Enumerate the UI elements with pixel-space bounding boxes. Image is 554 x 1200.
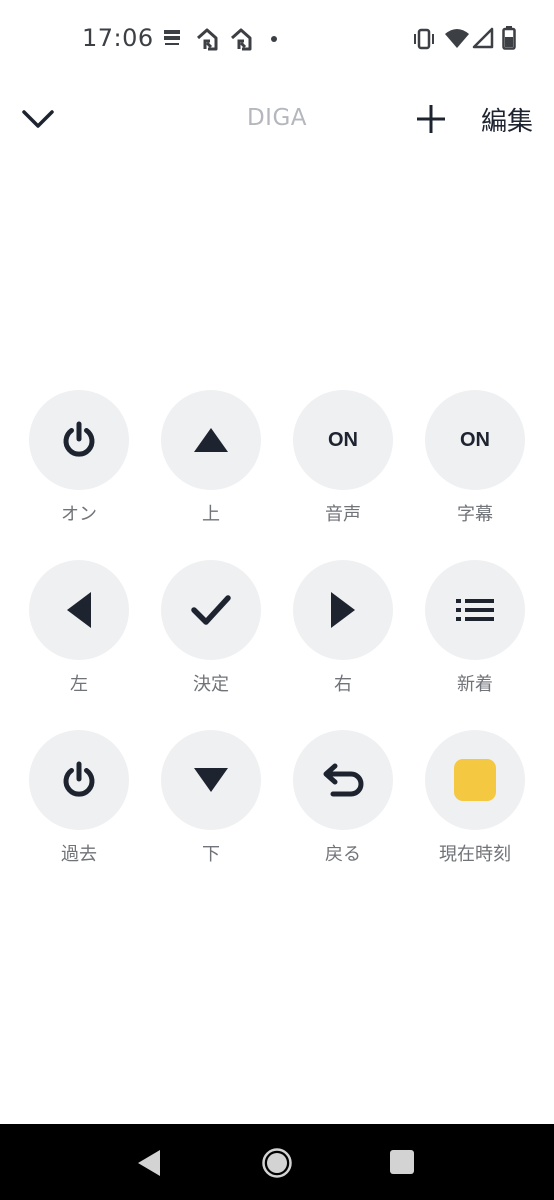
button-circle[interactable]: ON (293, 390, 393, 490)
signal-icon (472, 27, 494, 49)
right-button[interactable]: 右 (293, 560, 393, 696)
on-text-icon: ON (328, 428, 358, 451)
home-circle-icon[interactable] (261, 1147, 293, 1179)
back-triangle-icon[interactable] (136, 1149, 162, 1177)
button-label: 音声 (325, 504, 361, 525)
power-icon (63, 421, 95, 457)
button-label: 現在時刻 (439, 844, 511, 865)
button-label: 字幕 (457, 504, 493, 525)
past-button[interactable]: 過去 (29, 730, 129, 866)
confirm-button[interactable]: 決定 (161, 560, 261, 696)
power-on-button[interactable]: オン (29, 390, 129, 526)
button-circle[interactable] (29, 390, 129, 490)
plus-icon[interactable] (414, 102, 448, 136)
audio-button[interactable]: ON 音声 (293, 390, 393, 526)
button-circle[interactable] (425, 560, 525, 660)
on-text-icon: ON (460, 428, 490, 451)
nav-bar (0, 1124, 554, 1200)
button-label: 上 (202, 504, 220, 525)
triangle-up-icon (194, 428, 228, 452)
button-label: 下 (202, 844, 220, 865)
button-label: オン (61, 504, 97, 525)
button-label: 決定 (193, 674, 229, 695)
power-icon (63, 761, 95, 797)
page-title: DIGA (246, 105, 308, 131)
checkmark-icon (191, 595, 231, 625)
status-bar: 17:06 (0, 0, 554, 80)
up-button[interactable]: 上 (161, 390, 261, 526)
button-label: 新着 (457, 674, 493, 695)
home-icon (231, 28, 252, 51)
dot-icon (271, 36, 277, 42)
new-arrivals-button[interactable]: 新着 (425, 560, 525, 696)
current-time-button[interactable]: 現在時刻 (425, 730, 525, 866)
button-circle[interactable] (161, 390, 261, 490)
list-icon (456, 599, 494, 621)
status-time: 17:06 (82, 24, 154, 52)
button-circle[interactable] (425, 730, 525, 830)
battery-icon (502, 26, 516, 50)
recents-square-icon[interactable] (390, 1150, 414, 1174)
button-circle[interactable]: ON (425, 390, 525, 490)
triangle-left-icon (67, 592, 91, 628)
button-circle[interactable] (293, 730, 393, 830)
left-button[interactable]: 左 (29, 560, 129, 696)
edit-button[interactable]: 編集 (481, 101, 533, 138)
subtitle-button[interactable]: ON 字幕 (425, 390, 525, 526)
button-circle[interactable] (29, 730, 129, 830)
home-icon (197, 28, 218, 51)
return-icon (323, 763, 364, 797)
button-label: 右 (334, 674, 352, 695)
button-label: 左 (70, 674, 88, 695)
button-label: 戻る (325, 844, 361, 865)
down-button[interactable]: 下 (161, 730, 261, 866)
button-label: 過去 (61, 844, 97, 865)
button-circle[interactable] (161, 730, 261, 830)
triangle-right-icon (331, 592, 355, 628)
back-button[interactable]: 戻る (293, 730, 393, 866)
sim-icon (164, 30, 180, 45)
button-circle[interactable] (29, 560, 129, 660)
triangle-down-icon (194, 768, 228, 792)
vibrate-icon (414, 28, 434, 50)
button-circle[interactable] (293, 560, 393, 660)
button-circle[interactable] (161, 560, 261, 660)
wifi-icon (445, 29, 469, 48)
yellow-square-icon (454, 759, 496, 801)
